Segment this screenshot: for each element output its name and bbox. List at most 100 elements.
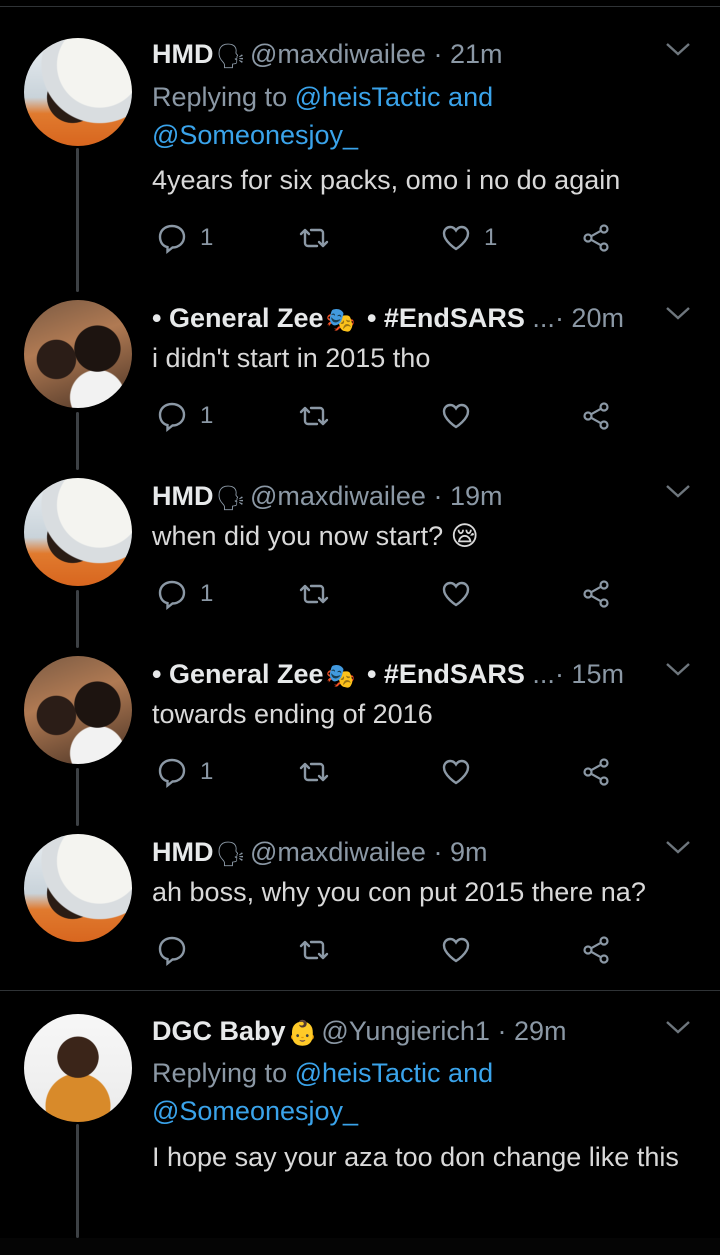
thread-line bbox=[76, 768, 79, 826]
heart-icon bbox=[440, 756, 472, 788]
reply-icon bbox=[156, 400, 188, 432]
mention-link[interactable]: @heisTactic and bbox=[295, 1058, 494, 1088]
share-button[interactable] bbox=[580, 396, 612, 436]
action-bar bbox=[156, 930, 616, 970]
reply-count: 1 bbox=[200, 758, 214, 785]
timestamp: · 21m bbox=[433, 39, 503, 69]
display-name-suffix[interactable]: • #EndSARS bbox=[359, 659, 525, 689]
retweet-button[interactable] bbox=[298, 218, 330, 258]
tweet-text: 4years for six packs, omo i no do again bbox=[152, 165, 621, 195]
thread-line bbox=[76, 148, 79, 292]
like-button[interactable] bbox=[440, 396, 472, 436]
replying-label: Replying to bbox=[152, 82, 295, 112]
chevron-down-icon[interactable] bbox=[664, 836, 692, 864]
timestamp: · 20m bbox=[554, 303, 624, 333]
display-name-suffix[interactable]: • #EndSARS bbox=[359, 303, 525, 333]
timestamp: · 29m bbox=[497, 1016, 567, 1046]
reply-count: 1 bbox=[200, 224, 214, 251]
tweet-header: • General Zee🎭 • #EndSARS ...· 15m bbox=[152, 656, 624, 692]
avatar[interactable] bbox=[24, 656, 132, 764]
share-button[interactable] bbox=[580, 930, 612, 970]
reply-button[interactable] bbox=[156, 930, 188, 970]
mention-link[interactable]: @heisTactic and bbox=[295, 82, 494, 112]
avatar[interactable] bbox=[24, 300, 132, 408]
bullet: • bbox=[152, 303, 169, 333]
reply-button[interactable]: 1 bbox=[156, 218, 213, 258]
masks-emoji: 🎭 bbox=[325, 305, 356, 334]
action-bar: 1 bbox=[156, 396, 616, 436]
replying-to-2: @Someonesjoy_ bbox=[152, 1092, 358, 1130]
share-icon bbox=[580, 578, 612, 610]
display-name[interactable]: HMD bbox=[152, 481, 214, 511]
chevron-down-icon[interactable] bbox=[664, 1016, 692, 1044]
action-bar: 1 bbox=[156, 574, 616, 614]
tweet-header: HMD🗣 @maxdiwailee · 21m bbox=[152, 36, 503, 72]
replying-to-2: @Someonesjoy_ bbox=[152, 116, 358, 154]
reply-button[interactable]: 1 bbox=[156, 574, 213, 614]
replying-label: Replying to bbox=[152, 1058, 295, 1088]
thread-line bbox=[76, 590, 79, 648]
baby-emoji: 👶 bbox=[287, 1018, 318, 1047]
retweet-button[interactable] bbox=[298, 930, 330, 970]
share-button[interactable] bbox=[580, 574, 612, 614]
chevron-down-icon[interactable] bbox=[664, 38, 692, 66]
reply-count: 1 bbox=[200, 580, 214, 607]
reply-button[interactable]: 1 bbox=[156, 752, 213, 792]
retweet-icon bbox=[298, 578, 330, 610]
share-button[interactable] bbox=[580, 218, 612, 258]
mention-link[interactable]: @Someonesjoy_ bbox=[152, 120, 358, 150]
truncation-ellipsis: ... bbox=[524, 659, 555, 689]
avatar[interactable] bbox=[24, 834, 132, 942]
timestamp: · 19m bbox=[433, 481, 503, 511]
share-icon bbox=[580, 934, 612, 966]
top-divider bbox=[0, 6, 720, 7]
tweet-text: i didn't start in 2015 tho bbox=[152, 343, 431, 373]
heart-icon bbox=[440, 934, 472, 966]
tweet-text: towards ending of 2016 bbox=[152, 699, 433, 729]
retweet-icon bbox=[298, 756, 330, 788]
like-button[interactable]: 1 bbox=[440, 218, 497, 258]
mention-link[interactable]: @Someonesjoy_ bbox=[152, 1096, 358, 1126]
avatar[interactable] bbox=[24, 38, 132, 146]
replying-to: Replying to @heisTactic and bbox=[152, 78, 493, 116]
reply-button[interactable]: 1 bbox=[156, 396, 213, 436]
display-name[interactable]: General Zee bbox=[169, 659, 324, 689]
handle[interactable]: @maxdiwailee bbox=[250, 481, 426, 511]
tweet-text: I hope say your aza too don change like … bbox=[152, 1142, 679, 1172]
share-icon bbox=[580, 756, 612, 788]
handle[interactable]: @maxdiwailee bbox=[250, 837, 426, 867]
display-name[interactable]: HMD bbox=[152, 39, 214, 69]
share-button[interactable] bbox=[580, 752, 612, 792]
heart-icon bbox=[440, 400, 472, 432]
avatar[interactable] bbox=[24, 478, 132, 586]
like-count: 1 bbox=[484, 224, 498, 251]
display-name[interactable]: HMD bbox=[152, 837, 214, 867]
thread-line bbox=[76, 1124, 79, 1238]
handle[interactable]: @maxdiwailee bbox=[250, 39, 426, 69]
thread-line bbox=[76, 412, 79, 470]
reply-icon bbox=[156, 934, 188, 966]
share-icon bbox=[580, 222, 612, 254]
reply-icon bbox=[156, 222, 188, 254]
chevron-down-icon[interactable] bbox=[664, 480, 692, 508]
like-button[interactable] bbox=[440, 752, 472, 792]
handle[interactable]: @Yungierich1 bbox=[321, 1016, 490, 1046]
tweet-header: HMD🗣 @maxdiwailee · 19m bbox=[152, 478, 503, 514]
display-name[interactable]: DGC Baby bbox=[152, 1016, 286, 1046]
timestamp: · 15m bbox=[554, 659, 624, 689]
avatar[interactable] bbox=[24, 1014, 132, 1122]
retweet-button[interactable] bbox=[298, 574, 330, 614]
replying-to: Replying to @heisTactic and bbox=[152, 1054, 493, 1092]
tweet-header: HMD🗣 @maxdiwailee · 9m bbox=[152, 834, 487, 870]
retweet-button[interactable] bbox=[298, 752, 330, 792]
bullet: • bbox=[152, 659, 169, 689]
share-icon bbox=[580, 400, 612, 432]
like-button[interactable] bbox=[440, 574, 472, 614]
chevron-down-icon[interactable] bbox=[664, 302, 692, 330]
like-button[interactable] bbox=[440, 930, 472, 970]
chevron-down-icon[interactable] bbox=[664, 658, 692, 686]
tweet-header: • General Zee🎭 • #EndSARS ...· 20m bbox=[152, 300, 624, 336]
display-name[interactable]: General Zee bbox=[169, 303, 324, 333]
retweet-button[interactable] bbox=[298, 396, 330, 436]
reply-icon bbox=[156, 756, 188, 788]
